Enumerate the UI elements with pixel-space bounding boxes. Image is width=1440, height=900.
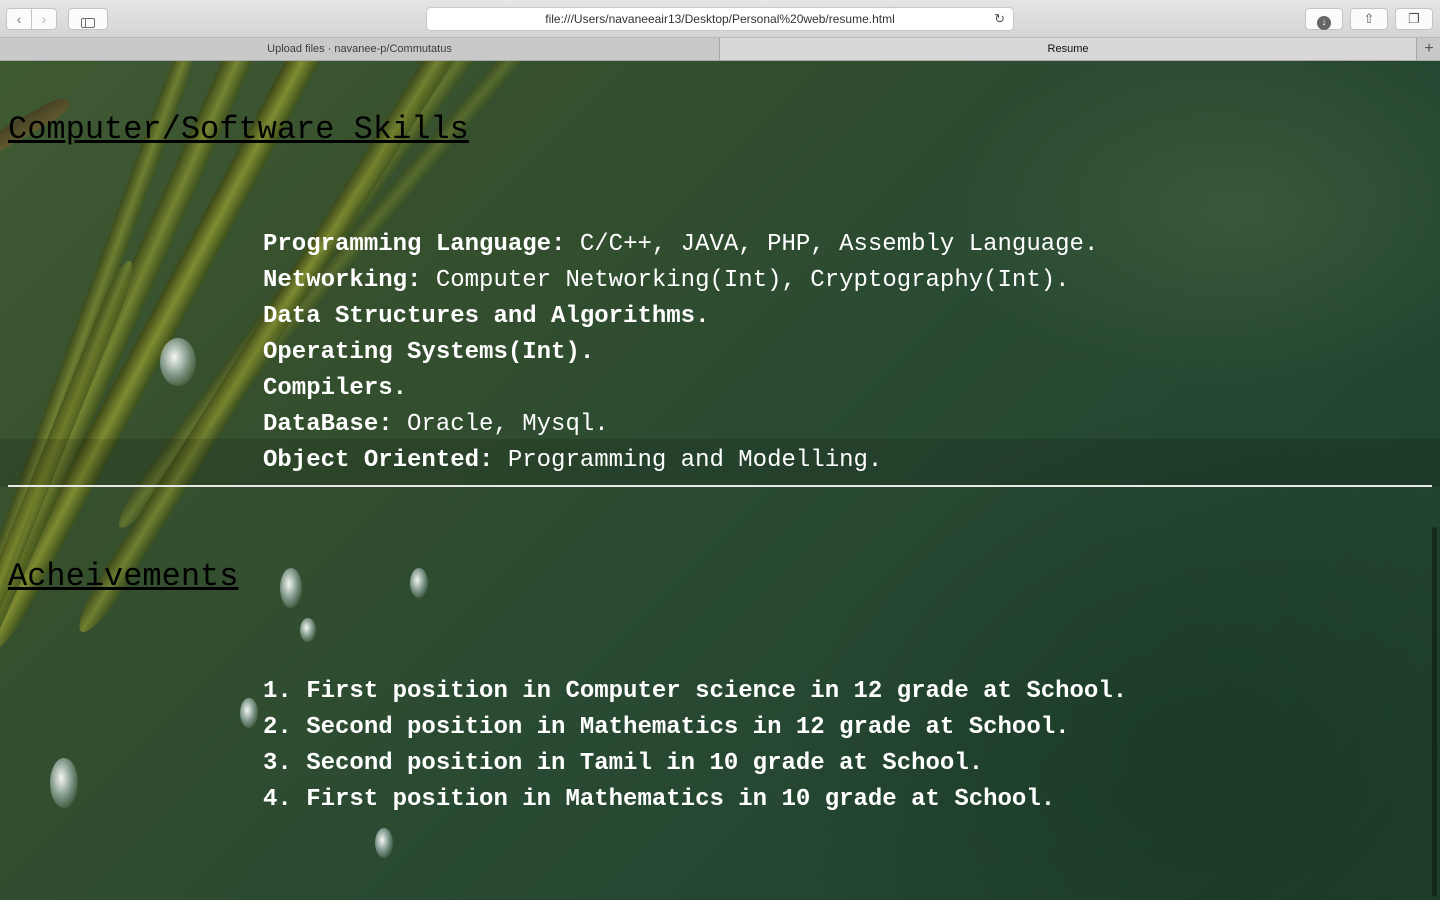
skill-item: Data Structures and Algorithms. (263, 299, 1098, 335)
forward-button[interactable]: › (31, 8, 57, 30)
skill-value: C/C++, JAVA, PHP, Assembly Language. (565, 231, 1099, 258)
nav-buttons: ‹ › (6, 8, 58, 30)
share-icon: ⇧ (1363, 11, 1375, 26)
url-text: file:///Users/navaneeair13/Desktop/Perso… (545, 12, 895, 26)
achievements-heading: Acheivements (8, 558, 239, 595)
reload-icon[interactable]: ↻ (994, 8, 1005, 30)
new-tab-button[interactable]: + (1416, 38, 1440, 60)
skill-key: Object Oriented: (263, 447, 494, 474)
sidebar-toggle-button[interactable] (68, 8, 108, 30)
skills-heading: Computer/Software Skills (8, 111, 469, 148)
skill-item: Object Oriented: Programming and Modelli… (263, 443, 1098, 479)
back-button[interactable]: ‹ (6, 8, 32, 30)
downloads-button[interactable]: ↓ (1305, 8, 1343, 30)
tab-upload-files[interactable]: Upload files · navanee-p/Commutatus (0, 38, 720, 60)
share-button[interactable]: ⇧ (1350, 8, 1388, 30)
skill-key: Compilers. (263, 375, 408, 402)
address-bar[interactable]: file:///Users/navaneeair13/Desktop/Perso… (426, 7, 1014, 31)
skills-list: Programming Language: C/C++, JAVA, PHP, … (263, 227, 1098, 479)
achievement-item: 3. Second position in Tamil in 10 grade … (263, 750, 984, 777)
browser-toolbar: ‹ › file:///Users/navaneeair13/Desktop/P… (0, 0, 1440, 38)
tabs-icon: ❐ (1408, 11, 1420, 26)
skill-value: Computer Networking(Int), Cryptography(I… (421, 267, 1070, 294)
skill-key: Data Structures and Algorithms. (263, 303, 710, 330)
tab-resume[interactable]: Resume (720, 38, 1416, 60)
skill-item: Operating Systems(Int). (263, 335, 1098, 371)
skill-key: Operating Systems(Int). (263, 339, 595, 366)
section-divider (8, 485, 1432, 487)
achievements-list: 1. First position in Computer science in… (263, 674, 1127, 818)
chevron-left-icon: ‹ (16, 11, 22, 27)
page-viewport: Computer/Software Skills Programming Lan… (0, 61, 1440, 900)
chevron-right-icon: › (41, 11, 47, 27)
skill-value: Oracle, Mysql. (392, 411, 609, 438)
achievement-item: 1. First position in Computer science in… (263, 678, 1128, 705)
skill-item: DataBase: Oracle, Mysql. (263, 407, 1098, 443)
download-icon: ↓ (1317, 16, 1331, 30)
skill-item: Compilers. (263, 371, 1098, 407)
vertical-scrollbar[interactable] (1432, 527, 1437, 897)
skill-key: DataBase: (263, 411, 393, 438)
skill-key: Programming Language: (263, 231, 566, 258)
tab-bar: Upload files · navanee-p/Commutatus Resu… (0, 38, 1440, 61)
plus-icon: + (1424, 40, 1434, 57)
show-tabs-button[interactable]: ❐ (1395, 8, 1433, 30)
skill-item: Networking: Computer Networking(Int), Cr… (263, 263, 1098, 299)
resume-content: Computer/Software Skills Programming Lan… (0, 61, 1440, 900)
achievement-item: 4. First position in Mathematics in 10 g… (263, 786, 1056, 813)
skill-key: Networking: (263, 267, 422, 294)
skill-item: Programming Language: C/C++, JAVA, PHP, … (263, 227, 1098, 263)
achievement-item: 2. Second position in Mathematics in 12 … (263, 714, 1070, 741)
skill-value: Programming and Modelling. (493, 447, 883, 474)
sidebar-icon (81, 18, 95, 28)
